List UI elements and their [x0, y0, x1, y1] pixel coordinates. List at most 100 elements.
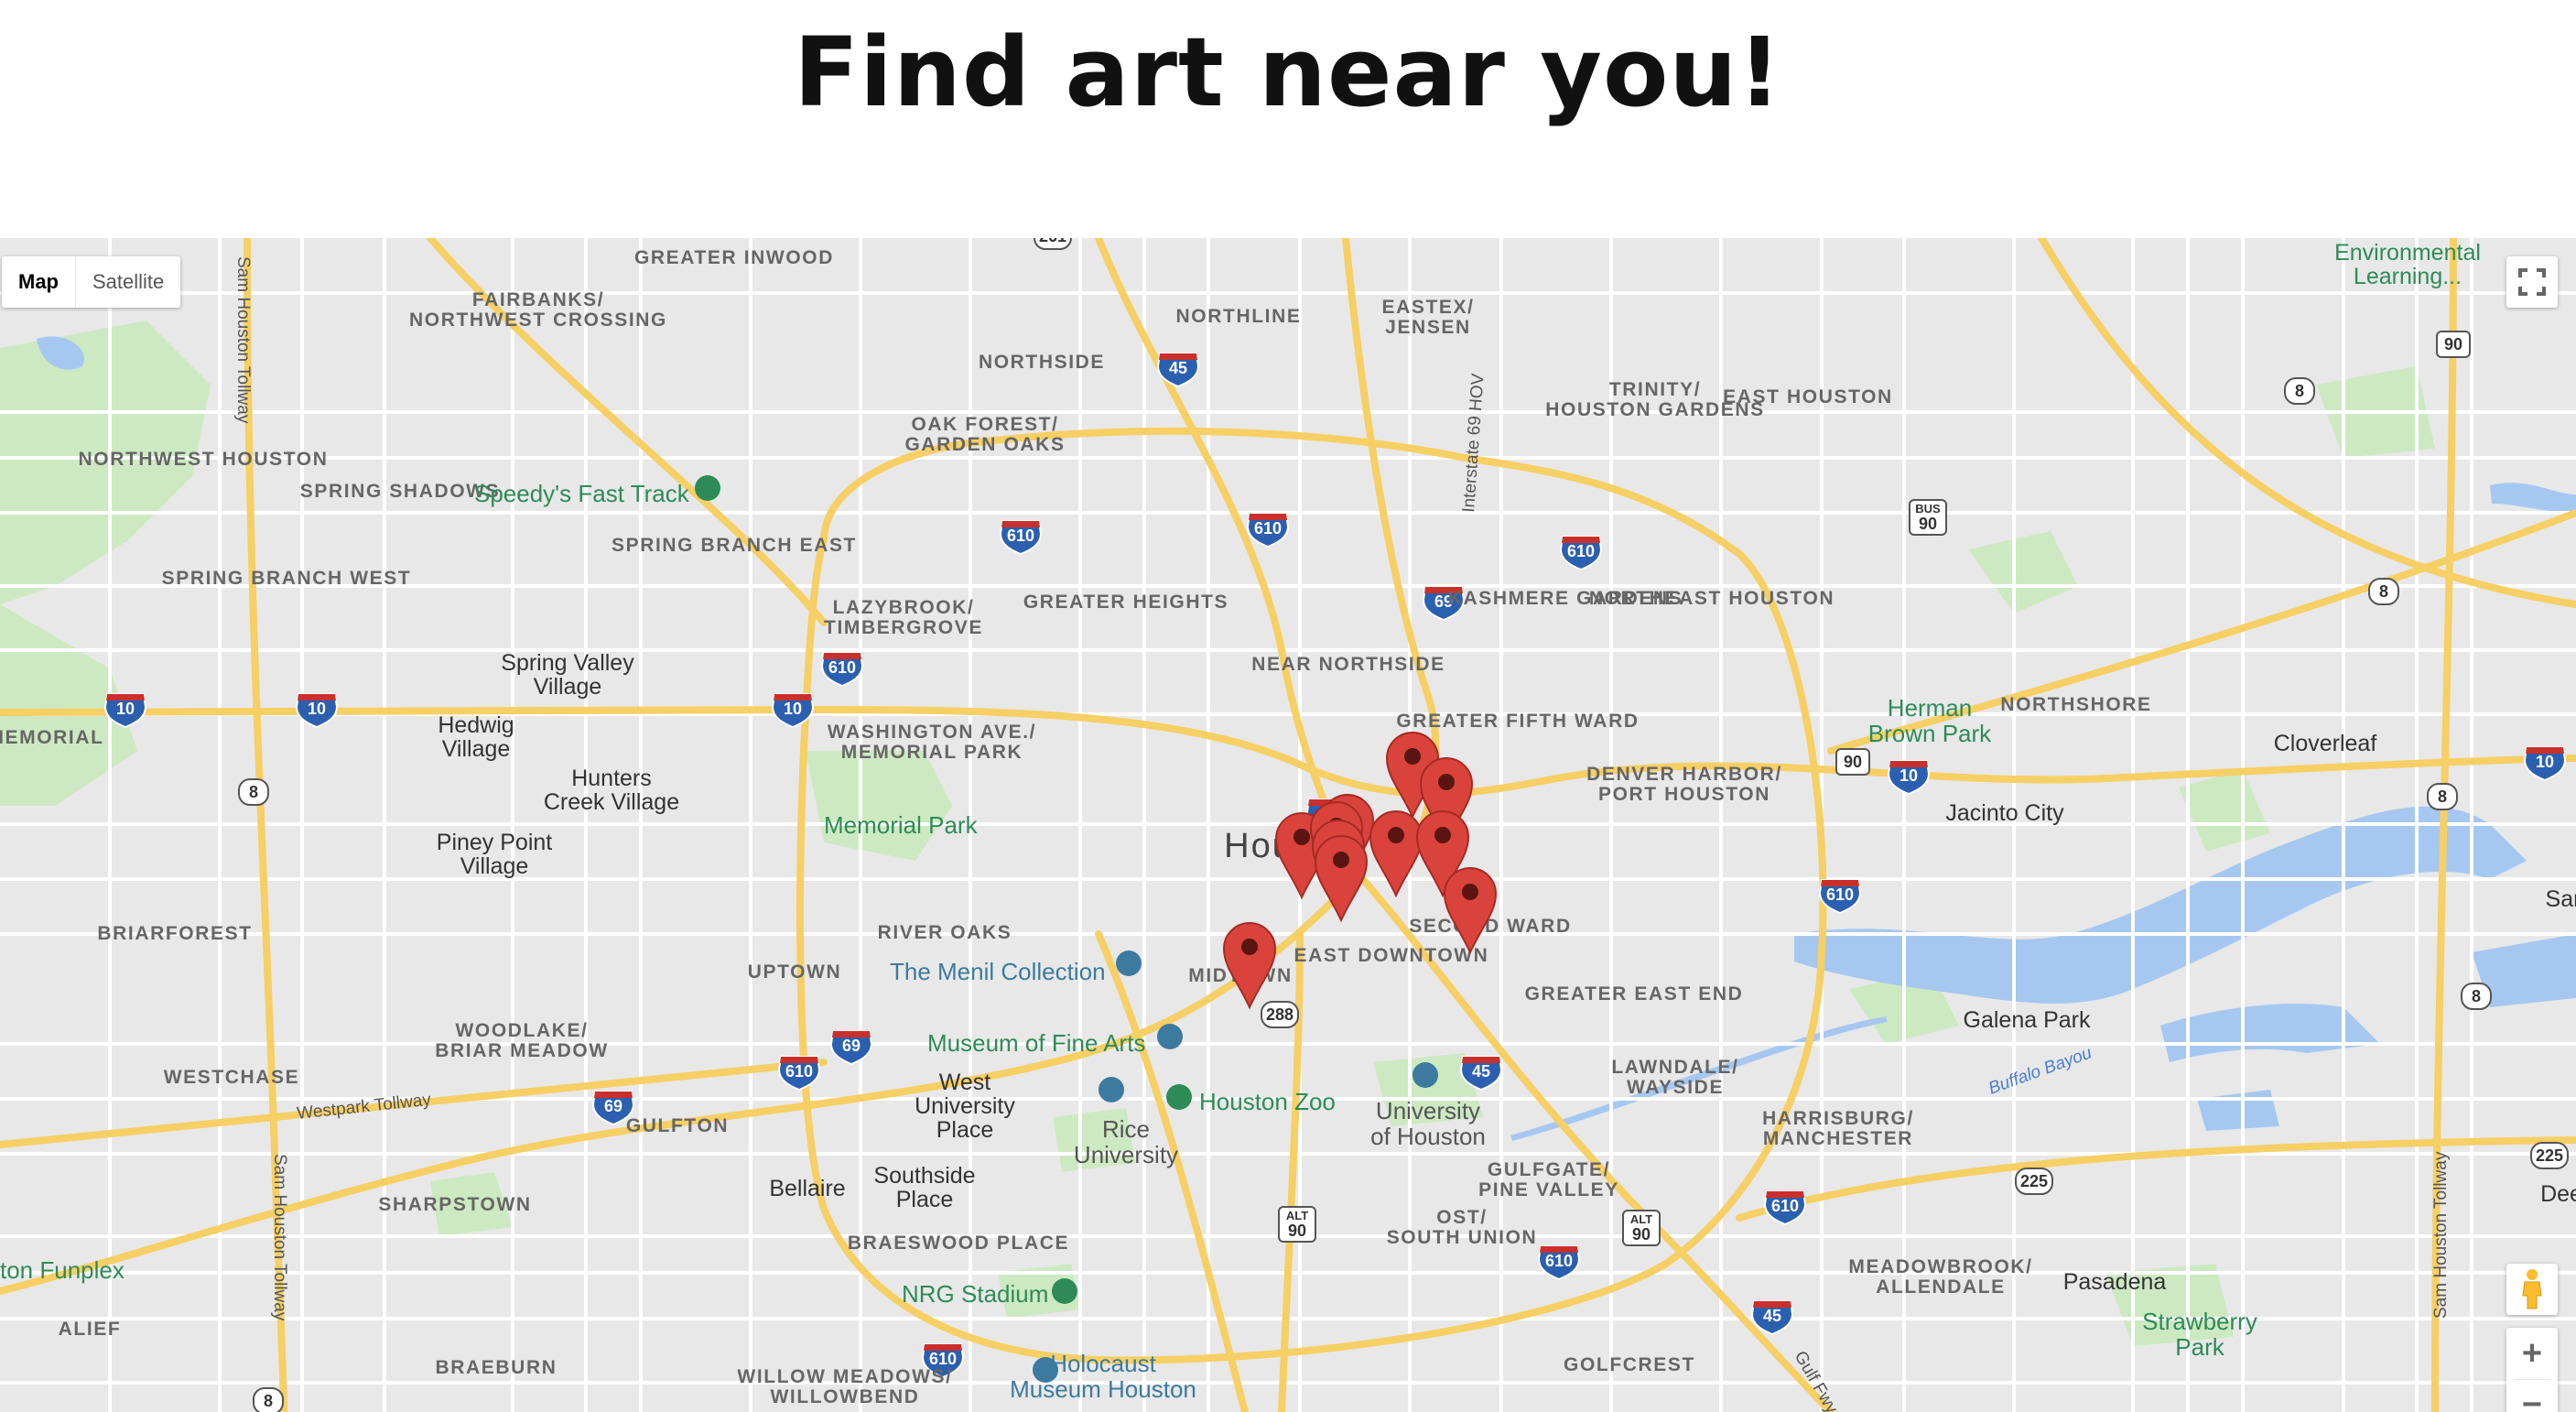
poi-label: Houston Zoo: [1199, 1088, 1336, 1115]
svg-text:8: 8: [2472, 987, 2481, 1005]
poi-icon: [1052, 1278, 1077, 1304]
city-label: West University Place: [915, 1070, 1015, 1143]
svg-text:8: 8: [264, 1392, 273, 1410]
poi-icon: [1033, 1357, 1058, 1383]
map-type-map-button[interactable]: Map: [2, 256, 75, 308]
svg-text:90: 90: [2444, 335, 2462, 353]
city-label: Galena Park: [1964, 1007, 2091, 1033]
svg-text:610: 610: [785, 1062, 813, 1081]
zoom-out-button[interactable]: −: [2506, 1379, 2558, 1412]
map-type-satellite-button[interactable]: Satellite: [75, 256, 180, 308]
neighborhood-label: GREATER INWOOD: [634, 247, 834, 268]
city-label: Hedwig Village: [438, 712, 514, 762]
svg-text:288: 288: [1266, 1005, 1293, 1024]
road-label: Sam Houston Tollway: [2431, 1151, 2451, 1319]
fullscreen-button[interactable]: [2506, 256, 2558, 308]
svg-text:610: 610: [1567, 542, 1595, 560]
neighborhood-label: SHARPSTOWN: [378, 1194, 531, 1215]
neighborhood-label: BRAESWOOD PLACE: [848, 1233, 1069, 1254]
zoom-control: + −: [2506, 1328, 2558, 1412]
svg-text:610: 610: [1771, 1197, 1799, 1215]
svg-text:10: 10: [2536, 753, 2554, 771]
neighborhood-label: LAWNDALE/WAYSIDE: [1611, 1057, 1738, 1098]
neighborhood-label: EAST DOWNTOWN: [1294, 945, 1489, 966]
svg-text:90: 90: [1844, 753, 1862, 771]
svg-text:610: 610: [1007, 527, 1034, 545]
city-label: Spring Valley Village: [501, 650, 634, 700]
poi-label: Herman Brown Park: [1868, 694, 1992, 747]
neighborhood-label: SPRING BRANCH WEST: [162, 568, 412, 589]
neighborhood-label: UPTOWN: [748, 961, 842, 983]
poi-label: The Menil Collection: [890, 958, 1106, 985]
svg-text:225: 225: [2020, 1172, 2048, 1190]
city-label: Pasadena: [2063, 1269, 2167, 1295]
page-title: Find art near you!: [794, 16, 1782, 128]
art-marker[interactable]: [1223, 922, 1276, 1008]
neighborhood-label: LAZYBROOK/TIMBERGROVE: [824, 597, 983, 638]
poi-label: NRG Stadium: [902, 1280, 1048, 1308]
neighborhood-label: GULFTON: [626, 1115, 729, 1136]
neighborhood-label: SECOND WARD: [1409, 916, 1571, 937]
svg-text:261: 261: [1039, 238, 1066, 245]
svg-text:8: 8: [2295, 382, 2304, 400]
city-label: Sar: [2546, 886, 2576, 912]
poi-label: Museum of Fine Arts: [927, 1029, 1145, 1057]
svg-text:225: 225: [2536, 1146, 2563, 1165]
city-label: Bellaire: [769, 1176, 845, 1201]
road-label: Sam Houston Tollway: [270, 1154, 289, 1321]
neighborhood-labels: GREATER INWOOD FAIRBANKS/NORTHWEST CROSSI…: [0, 247, 2151, 1407]
street-view-button[interactable]: [2506, 1264, 2558, 1315]
neighborhood-label: WILLOW MEADOWS/WILLOWBEND: [737, 1366, 952, 1407]
neighborhood-label: OAK FOREST/GARDEN OAKS: [904, 414, 1065, 455]
poi-icon: [1157, 1024, 1183, 1049]
neighborhood-label: DENVER HARBOR/PORT HOUSTON: [1586, 764, 1782, 805]
city-label: Piney Point Village: [437, 830, 553, 879]
poi-icon: [1412, 1062, 1438, 1088]
neighborhood-label: EASTEX/JENSEN: [1381, 297, 1474, 338]
poi-icon: [695, 475, 720, 501]
svg-text:610: 610: [1826, 885, 1854, 904]
neighborhood-label: NORTHEAST HOUSTON: [1589, 588, 1835, 609]
svg-text:8: 8: [2379, 582, 2388, 601]
neighborhood-label: EAST HOUSTON: [1723, 386, 1893, 407]
city-labels: Spring Valley Village Hedwig Village Hunters…: [437, 240, 2576, 1295]
road-label: Westpark Tollway: [296, 1091, 432, 1124]
map-canvas[interactable]: 610 610 610 610 610 610 610 610 610 10 1…: [0, 238, 2576, 1412]
neighborhood-label: GREATER HEIGHTS: [1023, 592, 1228, 613]
neighborhood-label: GREATER EAST END: [1525, 983, 1744, 1005]
city-label: Dee: [2540, 1181, 2576, 1207]
poi-icon: [1166, 1084, 1192, 1110]
svg-text:610: 610: [929, 1350, 957, 1368]
svg-text:610: 610: [828, 658, 856, 677]
neighborhood-label: WASHINGTON AVE./MEMORIAL PARK: [828, 722, 1036, 763]
svg-text:10: 10: [1900, 766, 1918, 785]
art-markers[interactable]: [1223, 732, 1497, 1008]
neighborhood-label: NEAR NORTHSIDE: [1251, 654, 1445, 675]
neighborhood-label: NORTHSHORE: [2000, 694, 2151, 715]
svg-text:90: 90: [1632, 1225, 1651, 1244]
svg-text:BUS: BUS: [1915, 502, 1941, 516]
neighborhood-label: RIVER OAKS: [878, 922, 1012, 943]
map-type-control: Map Satellite: [2, 256, 181, 308]
poi-label: University of Houston: [1370, 1097, 1486, 1150]
road-label: Sam Houston Tollway: [233, 256, 253, 424]
neighborhood-label: GREATER FIFTH WARD: [1396, 711, 1639, 732]
svg-text:45: 45: [1169, 359, 1187, 377]
neighborhood-label: NORTHLINE: [1176, 306, 1302, 327]
poi-label: ton Funplex: [0, 1256, 124, 1284]
neighborhood-label: BRIARFOREST: [97, 923, 252, 944]
neighborhood-label: HARRISBURG/MANCHESTER: [1762, 1108, 1914, 1149]
art-marker[interactable]: [1444, 867, 1497, 953]
zoom-in-button[interactable]: +: [2506, 1328, 2558, 1379]
svg-text:90: 90: [1288, 1222, 1306, 1240]
poi-label: Strawberry Park: [2142, 1308, 2257, 1361]
city-label: Hunters Creek Village: [544, 766, 679, 815]
map[interactable]: 610 610 610 610 610 610 610 610 610 10 1…: [0, 238, 2576, 1412]
art-marker[interactable]: [1369, 810, 1423, 896]
city-label: Jacinto City: [1945, 800, 2064, 826]
city-label: Cloverleaf: [2274, 731, 2377, 756]
road-label: Interstate 69 HOV: [1459, 373, 1488, 513]
city-label: Southside Place: [873, 1163, 975, 1212]
svg-text:8: 8: [249, 783, 258, 801]
fullscreen-icon: [2518, 268, 2546, 296]
